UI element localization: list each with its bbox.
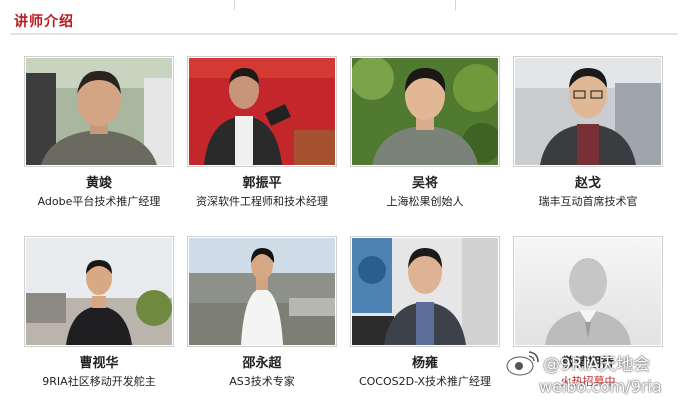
speaker-title: AS3技术专家: [229, 375, 295, 388]
weibo-watermark: @9RIA天地会 weibo.com/9ria: [505, 344, 684, 404]
top-border: [0, 0, 684, 10]
speaker-name: 赵戈: [574, 176, 601, 191]
watermark-url: weibo.com/9ria: [539, 377, 662, 396]
placeholder-avatar-icon: [515, 238, 661, 345]
top-divider: [234, 0, 235, 10]
speaker-card[interactable]: 曹视华 9RIA社区移动开发舵主: [24, 236, 174, 389]
section-divider: [10, 33, 678, 35]
speaker-title: 瑞丰互动首席技术官: [538, 195, 638, 208]
speaker-card[interactable]: 黄竣 Adobe平台技术推广经理: [24, 56, 174, 209]
speaker-photo[interactable]: [350, 56, 500, 167]
speaker-photo[interactable]: [24, 236, 174, 347]
speaker-photo[interactable]: [187, 56, 337, 167]
top-divider: [455, 0, 456, 10]
speaker-name: 吴将: [411, 176, 438, 191]
speaker-title: Adobe平台技术推广经理: [37, 195, 161, 208]
speaker-title: 上海松果创始人: [386, 195, 464, 208]
watermark-handle: @9RIA天地会: [543, 355, 651, 375]
speaker-card[interactable]: 赵戈 瑞丰互动首席技术官: [513, 56, 663, 209]
section-title: 讲师介绍: [14, 14, 74, 30]
speaker-title: COCOS2D-X技术推广经理: [358, 375, 492, 388]
speaker-name: 郭振平: [242, 176, 282, 191]
speaker-card[interactable]: 邵永超 AS3技术专家: [187, 236, 337, 389]
speaker-name: 黄竣: [85, 176, 112, 191]
speaker-title: 资深软件工程师和技术经理: [196, 195, 328, 208]
speaker-name: 邵永超: [242, 356, 282, 371]
speaker-photo[interactable]: [350, 236, 500, 347]
speaker-card[interactable]: 杨雍 COCOS2D-X技术推广经理: [350, 236, 500, 389]
speaker-name: 曹视华: [79, 356, 119, 371]
weibo-logo-icon: [506, 351, 539, 376]
speaker-title: 9RIA社区移动开发舵主: [42, 375, 156, 388]
speaker-card[interactable]: 吴将 上海松果创始人: [350, 56, 500, 209]
speaker-name: 杨雍: [411, 356, 438, 371]
speaker-photo[interactable]: [513, 56, 663, 167]
speaker-card[interactable]: 郭振平 资深软件工程师和技术经理: [187, 56, 337, 209]
speaker-photo[interactable]: [187, 236, 337, 347]
speaker-photo[interactable]: [24, 56, 174, 167]
speaker-photo[interactable]: [513, 236, 663, 347]
